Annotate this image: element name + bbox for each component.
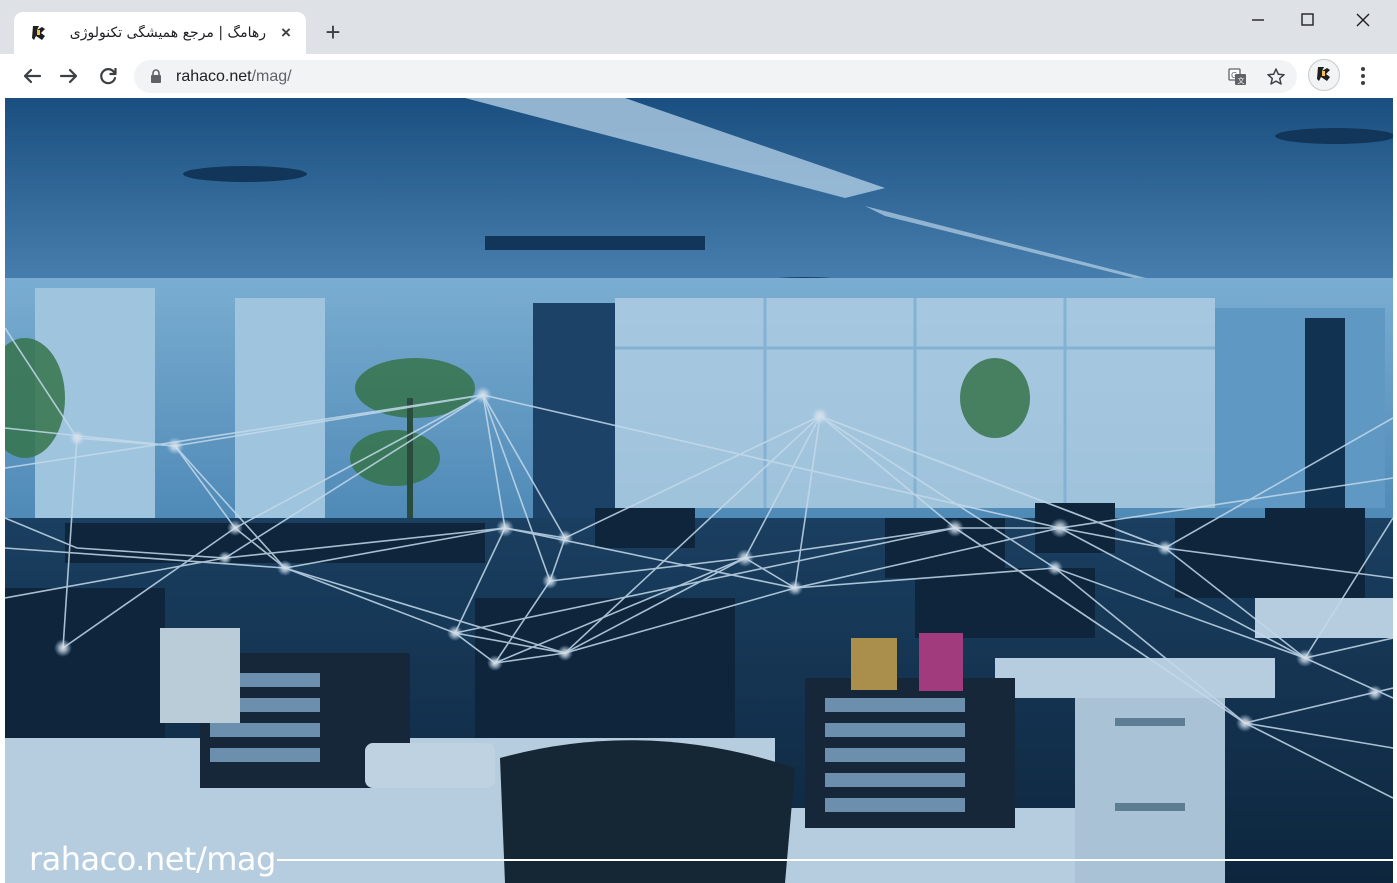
tab-title: رهامگ | مرجع همیشگی تکنولوژی |: [64, 25, 266, 41]
url-text[interactable]: rahaco.net/mag/: [176, 68, 292, 86]
url-domain: rahaco.net: [176, 68, 252, 85]
svg-text:文: 文: [1238, 76, 1245, 85]
tab-strip: رهامگ | مرجع همیشگی تکنولوژی | × +: [0, 0, 1397, 54]
forward-arrow-icon[interactable]: [55, 62, 83, 90]
translate-icon[interactable]: G文: [1228, 67, 1248, 87]
star-icon[interactable]: [1266, 67, 1286, 87]
page-caption: rahaco.net/mag: [29, 840, 276, 878]
minimize-button[interactable]: [1240, 6, 1276, 34]
window-close-button[interactable]: [1345, 6, 1381, 34]
back-arrow-icon[interactable]: [18, 62, 46, 90]
office-network-illustration: [5, 98, 1393, 883]
browser-window: رهامگ | مرجع همیشگی تکنولوژی | × + rahac…: [0, 0, 1397, 883]
hero-image: rahaco.net/mag: [5, 98, 1393, 883]
lock-icon[interactable]: [150, 69, 162, 83]
three-dots-menu-icon[interactable]: [1356, 65, 1370, 87]
browser-tab[interactable]: رهامگ | مرجع همیشگی تکنولوژی | ×: [14, 12, 306, 54]
browser-toolbar: rahaco.net/mag/ G文: [0, 54, 1397, 98]
svg-text:G: G: [1231, 71, 1237, 80]
tab-close-button[interactable]: ×: [276, 23, 296, 43]
url-path: /mag/: [251, 68, 292, 85]
new-tab-button[interactable]: +: [320, 19, 346, 45]
profile-avatar-icon[interactable]: [1308, 59, 1340, 91]
rahaco-logo-icon: [30, 24, 48, 42]
address-bar[interactable]: rahaco.net/mag/ G文: [134, 60, 1297, 93]
caption-divider: [277, 859, 1393, 861]
maximize-button[interactable]: [1290, 6, 1326, 34]
reload-icon[interactable]: [94, 62, 122, 90]
